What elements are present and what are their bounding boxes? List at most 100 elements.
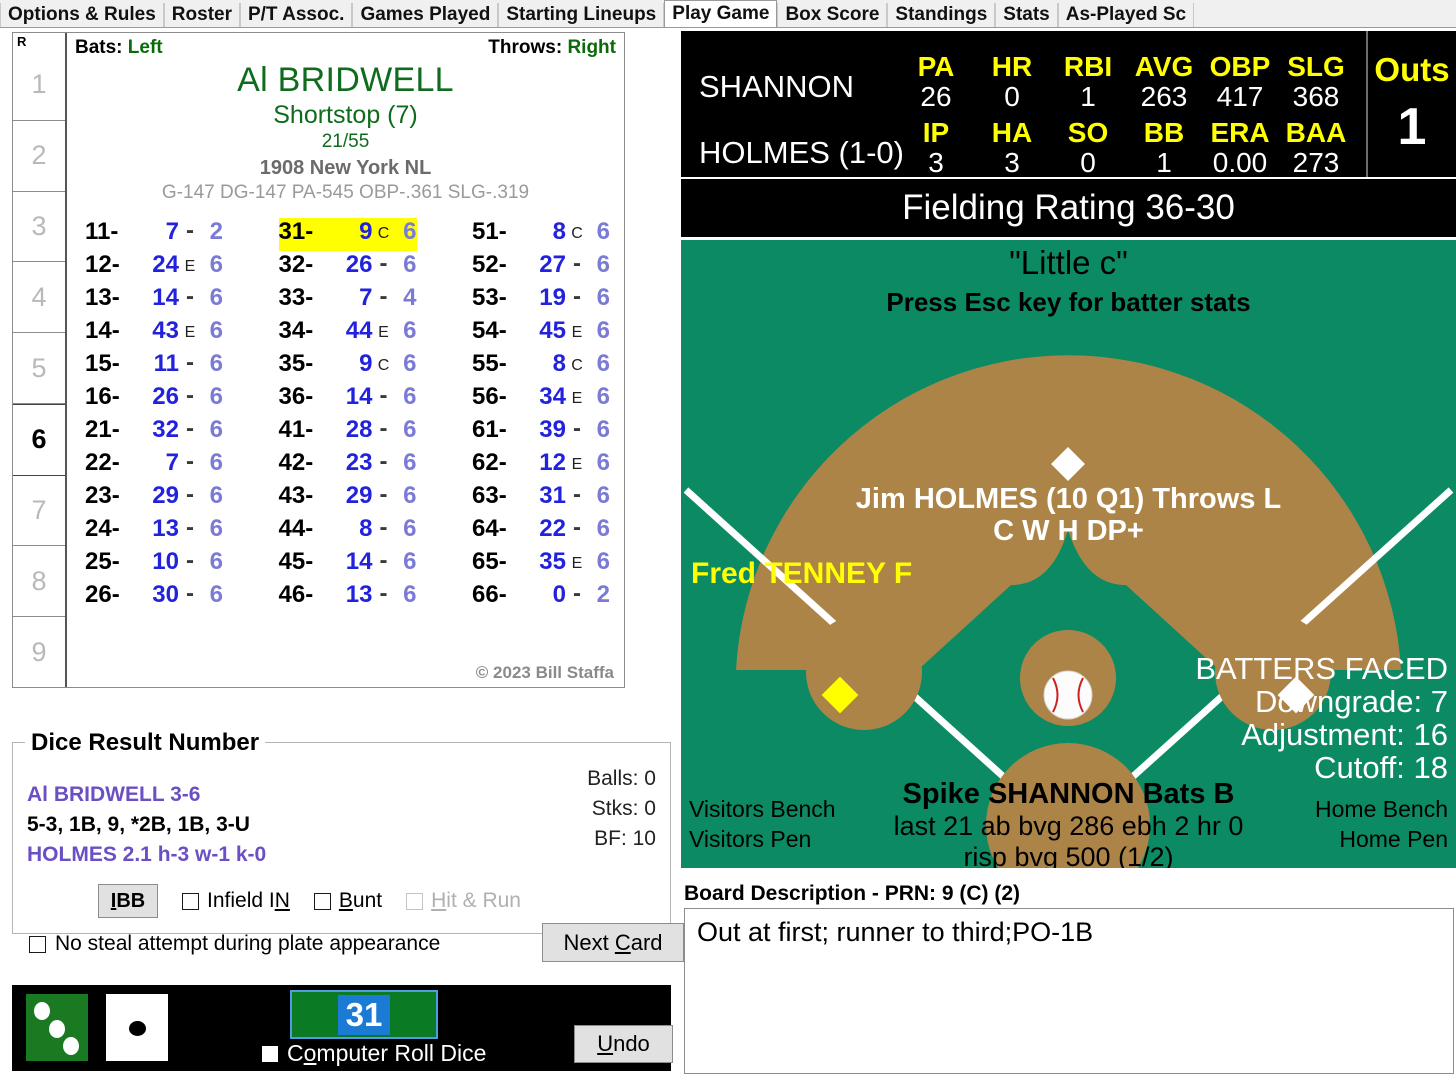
batter-value-3: 263 bbox=[1140, 81, 1188, 112]
batters-faced-adjustment: Adjustment: 16 bbox=[1241, 717, 1448, 752]
dice-number: 6 bbox=[403, 317, 417, 344]
die-green[interactable] bbox=[26, 994, 88, 1061]
dice-row: 62- 12 E 6 bbox=[472, 449, 610, 482]
dice-flag: - bbox=[379, 283, 388, 310]
computer-roll-dice-checkbox[interactable]: Computer Roll Dice bbox=[262, 1040, 486, 1067]
dice-number: 6 bbox=[209, 449, 223, 476]
tab-games-played[interactable]: Games Played bbox=[352, 3, 499, 27]
dice-flag: - bbox=[573, 481, 581, 508]
dice-flag: - bbox=[186, 349, 194, 376]
dice-row: 22- 7-6 bbox=[85, 448, 223, 482]
inning-column: R 12345678 9 bbox=[13, 33, 67, 687]
scoreboard-main: SHANNON PA HR RBI AVG OBP SLG 26 0 1 263 417 368 H… bbox=[681, 31, 1366, 178]
dice-result: 44 bbox=[345, 317, 373, 344]
dice-result: 12 bbox=[539, 449, 566, 476]
dice-number: 6 bbox=[403, 449, 417, 476]
dice-result: 30 bbox=[152, 581, 179, 608]
die-white[interactable] bbox=[106, 994, 168, 1061]
dice-row: 25- 10-6 bbox=[85, 547, 223, 581]
next-card-button[interactable]: Next Card bbox=[542, 923, 684, 962]
dice-key: 36- bbox=[278, 383, 314, 410]
dice-row: 21- 32-6 bbox=[85, 415, 223, 449]
little-c-label: "Little c" bbox=[1009, 244, 1128, 281]
tab-stats[interactable]: Stats bbox=[995, 3, 1058, 27]
dice-number: 6 bbox=[403, 350, 417, 377]
dice-row: 12- 24 E 6 bbox=[85, 251, 223, 284]
baseball-field-diagram[interactable]: "Little c" Press Esc key for batter stat… bbox=[681, 240, 1456, 868]
dice-key: 61- bbox=[472, 416, 507, 443]
tab-roster[interactable]: Roster bbox=[163, 3, 240, 27]
tab-as-played-sc[interactable]: As-Played Sc bbox=[1057, 3, 1195, 27]
home-bench-link[interactable]: Home Bench bbox=[1315, 796, 1448, 823]
batter-info-box: Spike SHANNON Bats B last 21 ab bvg 286 … bbox=[681, 778, 1456, 868]
dice-key: 63- bbox=[472, 482, 507, 509]
roll-value-box[interactable]: 31 bbox=[290, 990, 438, 1039]
dice-row: 24- 13-6 bbox=[85, 514, 223, 548]
dice-flag: - bbox=[186, 217, 194, 244]
ibb-button[interactable]: I BB bbox=[98, 884, 158, 918]
home-pen-link[interactable]: Home Pen bbox=[1339, 826, 1448, 853]
dice-result: 19 bbox=[539, 284, 566, 311]
dice-flag: E bbox=[378, 324, 389, 341]
tab-options-rules[interactable]: Options & Rules bbox=[0, 3, 164, 27]
bats-value: Left bbox=[127, 37, 163, 58]
no-steal-box[interactable] bbox=[29, 935, 46, 953]
dice-row: 53- 19-6 bbox=[472, 283, 610, 317]
dice-row: 51- 8 C 6 bbox=[472, 218, 610, 251]
copyright-notice: © 2023 Bill Staffa bbox=[475, 663, 614, 682]
dice-row: 46- 13-6 bbox=[279, 580, 417, 614]
throws-info: Throws: Right bbox=[488, 37, 616, 59]
board-description-label: Board Description - PRN: 9 (C) (2) bbox=[684, 882, 1021, 905]
batters-faced-downgrade: Downgrade: 7 bbox=[1254, 684, 1448, 719]
dice-result: 32 bbox=[152, 416, 179, 443]
dice-result: 26 bbox=[152, 383, 179, 410]
infield-in-box[interactable] bbox=[182, 892, 199, 910]
outs-value: 1 bbox=[1397, 98, 1427, 156]
tab-standings[interactable]: Standings bbox=[887, 3, 996, 27]
dice-number: 6 bbox=[596, 218, 610, 245]
dice-result: 8 bbox=[552, 218, 566, 245]
pitcher-header-1: HA bbox=[991, 117, 1033, 148]
board-description-text: Out at first; runner to third;PO-1B bbox=[697, 917, 1094, 947]
dice-number: 6 bbox=[403, 515, 417, 542]
dice-number: 6 bbox=[209, 581, 223, 608]
dice-flag: - bbox=[186, 382, 194, 409]
dice-row: 41- 28-6 bbox=[278, 415, 417, 449]
dice-row: 56- 34 E 6 bbox=[472, 383, 610, 416]
infield-in-checkbox[interactable]: Infield IN bbox=[182, 889, 290, 913]
dice-flag: - bbox=[186, 580, 194, 607]
dice-flag: C bbox=[571, 357, 583, 374]
visitors-bench-link[interactable]: Visitors Bench bbox=[689, 796, 836, 823]
tab-box-score[interactable]: Box Score bbox=[777, 3, 888, 27]
computer-roll-box[interactable] bbox=[262, 1045, 278, 1062]
dice-key: 34- bbox=[278, 317, 314, 344]
tab-p-t-assoc[interactable]: P/T Assoc. bbox=[239, 3, 353, 27]
bats-throws-row: Bats: Left Throws: Right bbox=[75, 37, 616, 59]
dice-row: 31- 9 C 6 bbox=[278, 218, 417, 251]
dice-result-table: 11- 7-2 12- 24 E 6 13- 14-6 14- 43 E 6 15- 11-6 16- 26-… bbox=[75, 217, 616, 614]
dice-key: 25- bbox=[85, 548, 120, 575]
batter-header-0: PA bbox=[917, 51, 955, 82]
dice-key: 62- bbox=[472, 449, 507, 476]
dice-row: 13- 14-6 bbox=[85, 283, 223, 317]
runner-on-third-label[interactable]: Fred TENNEY F bbox=[691, 557, 912, 591]
dice-key: 64- bbox=[472, 515, 507, 542]
batters-faced-title: BATTERS FACED bbox=[1195, 651, 1448, 686]
bunt-box[interactable] bbox=[313, 892, 331, 910]
dice-key: 41- bbox=[278, 416, 314, 443]
tab-starting-lineups[interactable]: Starting Lineups bbox=[498, 3, 665, 27]
visitors-pen-link[interactable]: Visitors Pen bbox=[689, 826, 811, 853]
inning-cell-4: 4 bbox=[13, 262, 65, 334]
bunt-checkbox[interactable]: Bunt bbox=[313, 889, 382, 913]
dice-key: 44- bbox=[278, 515, 314, 542]
dice-key: 24- bbox=[85, 515, 120, 542]
tab-play-game[interactable]: Play Game bbox=[664, 0, 778, 27]
undo-button[interactable]: Undo bbox=[574, 1025, 673, 1063]
dice-key: 51- bbox=[472, 218, 507, 245]
bats-label: Bats: bbox=[75, 37, 123, 58]
dice-key: 43- bbox=[278, 482, 314, 509]
pitcher-value-1: 3 bbox=[1004, 147, 1020, 178]
no-steal-checkbox[interactable]: No steal attempt during plate appearance bbox=[29, 932, 440, 956]
scoreboard-batter-values: 26 0 1 263 417 368 bbox=[898, 81, 1354, 113]
third-base-dirt bbox=[806, 614, 922, 730]
